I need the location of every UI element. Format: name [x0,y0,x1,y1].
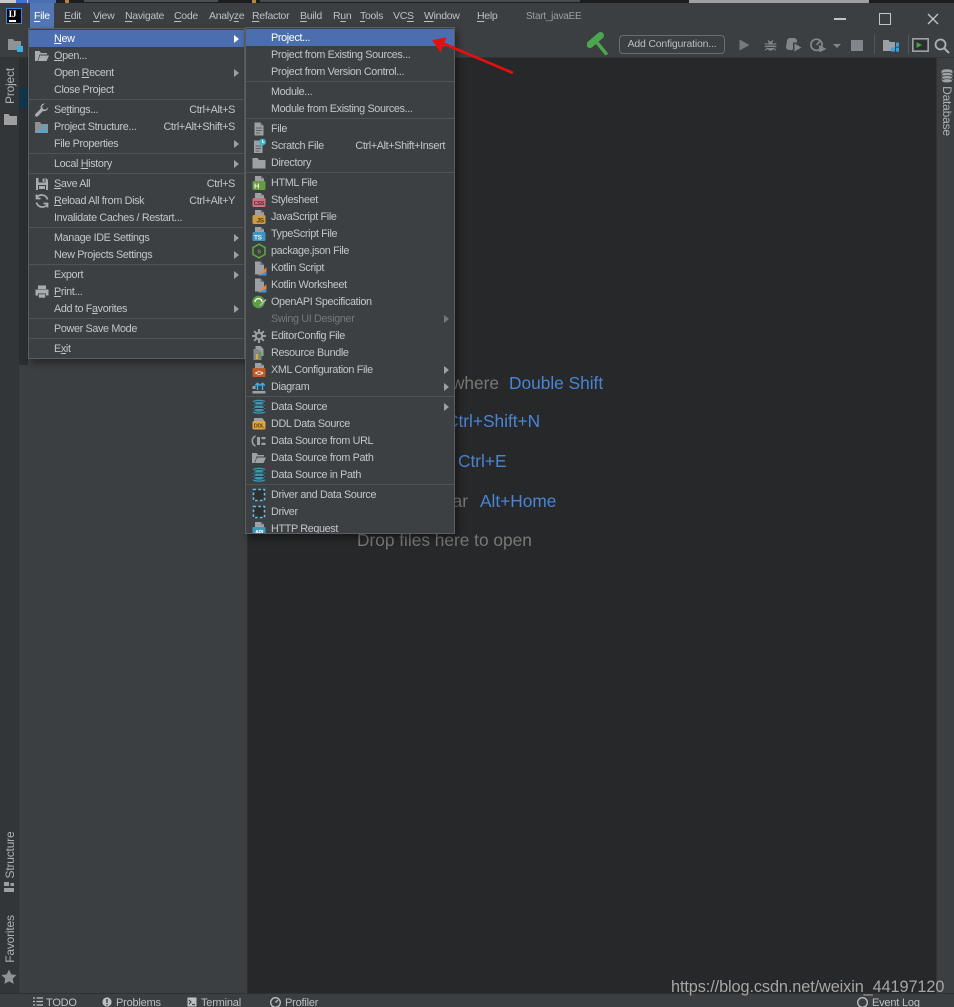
svg-text:<>: <> [255,368,264,377]
svg-text:CSS: CSS [254,201,265,207]
svg-text:H: H [254,181,259,190]
svg-text:s: s [257,248,261,255]
svg-text:API: API [255,530,264,535]
svg-text:DDL: DDL [254,423,265,429]
svg-text:JS: JS [257,217,265,224]
svg-text:TS: TS [254,234,263,241]
